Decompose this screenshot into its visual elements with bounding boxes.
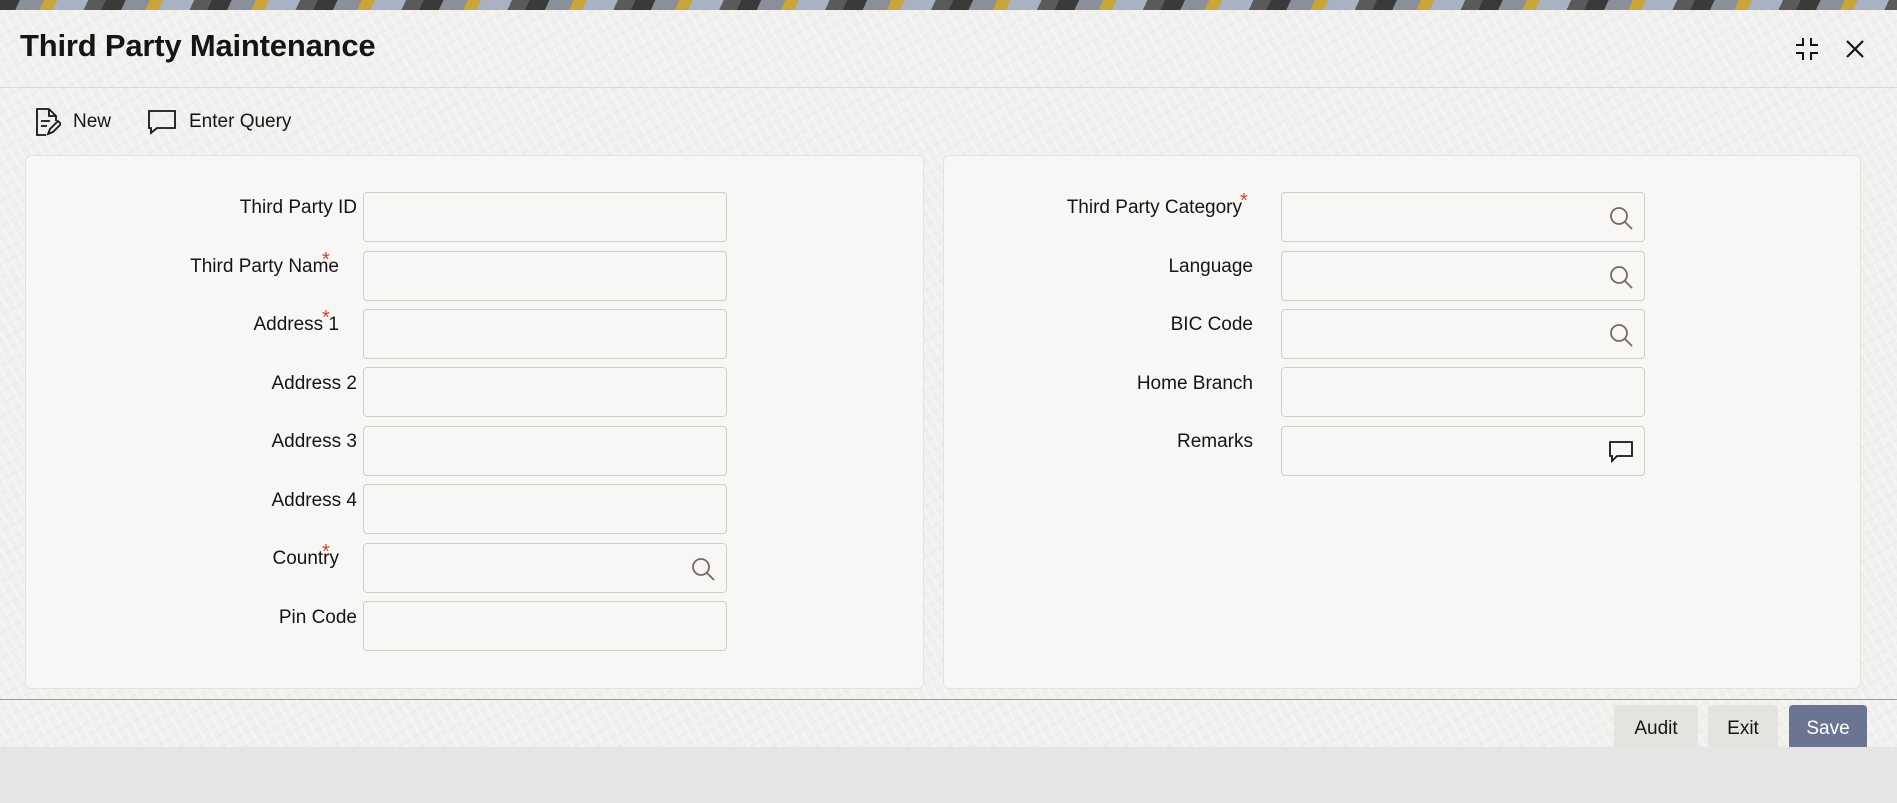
third-party-maintenance-window: Third Party Maintenance New Enter Query …	[0, 10, 1897, 753]
home-branch-label: Home Branch	[1136, 373, 1253, 394]
third-party-name-label: Third Party Name	[190, 256, 339, 277]
country-label: Country	[272, 548, 339, 569]
status-bar	[0, 747, 1897, 803]
footer-divider	[0, 699, 1897, 700]
right-form-panel: Third Party Category * Language BIC Code…	[943, 155, 1861, 689]
home-branch-input[interactable]	[1281, 367, 1645, 417]
comment-icon	[148, 110, 176, 135]
page-title: Third Party Maintenance	[20, 28, 376, 63]
remarks-input[interactable]	[1281, 426, 1645, 476]
address-4-label: Address 4	[271, 490, 357, 511]
remarks-label: Remarks	[1176, 431, 1253, 452]
search-icon[interactable]	[1608, 264, 1634, 290]
required-marker: *	[322, 541, 330, 563]
comment-icon[interactable]	[1608, 439, 1634, 465]
bic-code-label: BIC Code	[1170, 314, 1253, 335]
address-1-label: Address 1	[253, 314, 339, 335]
address-1-input[interactable]	[363, 309, 727, 359]
search-icon[interactable]	[690, 556, 716, 582]
enter-query-label: Enter Query	[189, 111, 292, 132]
required-marker: *	[1240, 190, 1248, 212]
bic-code-input[interactable]	[1281, 309, 1645, 359]
required-marker: *	[322, 249, 330, 271]
new-button-label: New	[73, 111, 112, 132]
enter-query-button[interactable]: Enter Query	[147, 106, 291, 138]
new-button[interactable]: New	[33, 106, 111, 138]
search-icon[interactable]	[1608, 322, 1634, 348]
address-3-label: Address 3	[271, 431, 357, 452]
address-2-input[interactable]	[363, 367, 727, 417]
audit-button[interactable]: Audit	[1614, 705, 1698, 753]
pin-code-label: Pin Code	[278, 607, 357, 628]
third-party-category-label: Third Party Category	[1066, 197, 1242, 218]
third-party-id-label: Third Party ID	[239, 197, 357, 218]
save-button[interactable]: Save	[1789, 705, 1867, 753]
third-party-id-input[interactable]	[363, 192, 727, 242]
third-party-name-input[interactable]	[363, 251, 727, 301]
language-input[interactable]	[1281, 251, 1645, 301]
exit-button[interactable]: Exit	[1708, 705, 1778, 753]
third-party-category-input[interactable]	[1281, 192, 1645, 242]
minimize-icon[interactable]	[1792, 34, 1822, 64]
pin-code-input[interactable]	[363, 601, 727, 651]
address-4-input[interactable]	[363, 484, 727, 534]
new-document-icon	[36, 108, 61, 136]
close-icon[interactable]	[1840, 34, 1870, 64]
language-label: Language	[1168, 256, 1253, 277]
address-2-label: Address 2	[271, 373, 357, 394]
title-divider	[0, 87, 1897, 88]
left-form-panel: Third Party ID Third Party Name * Addres…	[25, 155, 924, 689]
country-input[interactable]	[363, 543, 727, 593]
search-icon[interactable]	[1608, 205, 1634, 231]
address-3-input[interactable]	[363, 426, 727, 476]
required-marker: *	[322, 307, 330, 329]
top-banner	[0, 0, 1897, 10]
